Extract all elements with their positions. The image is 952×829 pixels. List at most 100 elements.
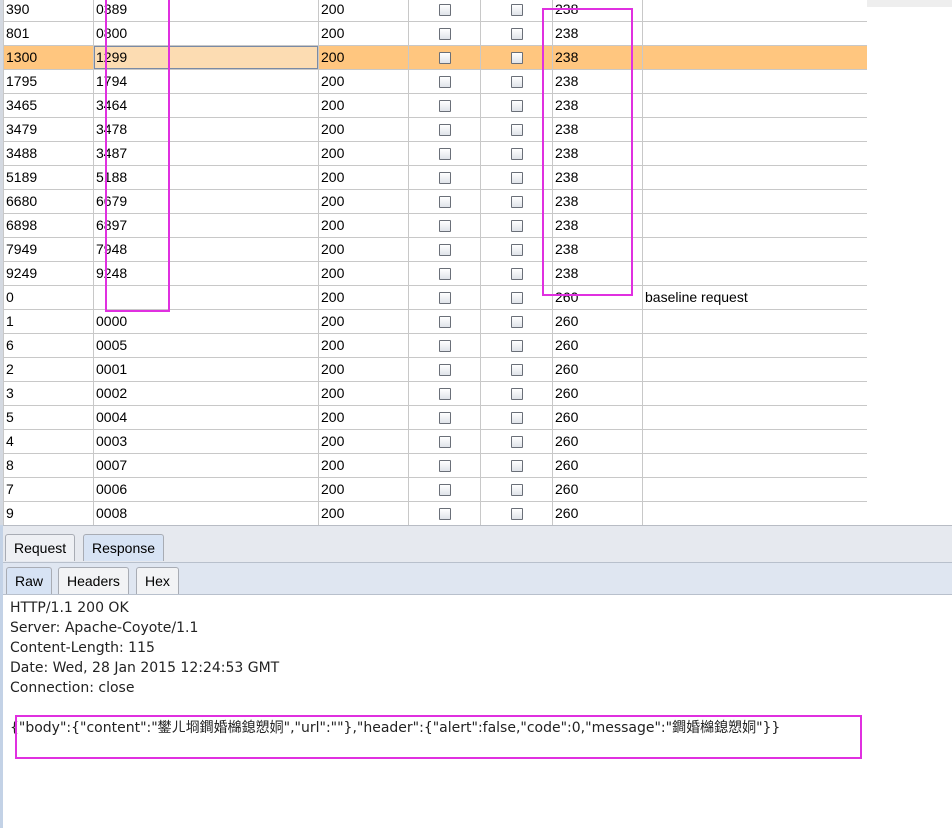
table-row[interactable]: 6 0005 200 260 <box>3 333 868 358</box>
table-row[interactable]: 8 0007 200 260 <box>3 453 868 478</box>
response-header-line: Connection: close <box>10 680 135 696</box>
table-row[interactable]: 390 0389 200 238 <box>3 0 868 22</box>
checkbox[interactable] <box>438 460 451 473</box>
checkbox[interactable] <box>510 412 523 425</box>
tab-response[interactable]: Response <box>83 534 165 561</box>
error-checkbox-cell <box>408 213 481 238</box>
checkbox[interactable] <box>510 292 523 305</box>
table-row[interactable]: 7949 7948 200 238 <box>3 237 868 262</box>
checkbox[interactable] <box>438 196 451 209</box>
table-row[interactable]: 801 0800 200 238 <box>3 21 868 46</box>
length-cell: 238 <box>552 45 643 70</box>
checkbox[interactable] <box>510 28 523 41</box>
request-number-cell: 6680 <box>3 189 94 214</box>
length-cell: 238 <box>552 69 643 94</box>
table-row[interactable]: 6898 6897 200 238 <box>3 213 868 238</box>
checkbox[interactable] <box>438 220 451 233</box>
request-number-cell: 1 <box>3 309 94 334</box>
response-text-area[interactable]: HTTP/1.1 200 OK Server: Apache-Coyote/1.… <box>3 594 952 829</box>
checkbox[interactable] <box>438 52 451 65</box>
checkbox[interactable] <box>438 100 451 113</box>
checkbox[interactable] <box>438 76 451 89</box>
checkbox[interactable] <box>510 124 523 137</box>
comment-cell <box>642 93 868 118</box>
table-row[interactable]: 1300 1299 200 238 <box>3 45 868 70</box>
table-row[interactable]: 3465 3464 200 238 <box>3 93 868 118</box>
length-cell: 238 <box>552 0 643 22</box>
checkbox[interactable] <box>438 268 451 281</box>
tab-request[interactable]: Request <box>5 534 76 561</box>
checkbox[interactable] <box>438 364 451 377</box>
checkbox[interactable] <box>510 436 523 449</box>
checkbox[interactable] <box>510 268 523 281</box>
checkbox[interactable] <box>438 124 451 137</box>
checkbox[interactable] <box>510 484 523 497</box>
table-row[interactable]: 5 0004 200 260 <box>3 405 868 430</box>
status-cell: 200 <box>318 237 409 262</box>
payload-cell: 9248 <box>93 261 319 286</box>
checkbox[interactable] <box>510 172 523 185</box>
checkbox[interactable] <box>510 148 523 161</box>
table-row[interactable]: 4 0003 200 260 <box>3 429 868 454</box>
tab-raw[interactable]: Raw <box>6 567 53 594</box>
checkbox[interactable] <box>510 388 523 401</box>
status-cell: 200 <box>318 261 409 286</box>
table-row[interactable]: 7 0006 200 260 <box>3 477 868 502</box>
tab-headers[interactable]: Headers <box>58 567 129 594</box>
error-checkbox-cell <box>408 237 481 262</box>
status-cell: 200 <box>318 501 409 525</box>
checkbox[interactable] <box>510 220 523 233</box>
table-row[interactable]: 1795 1794 200 238 <box>3 69 868 94</box>
table-row[interactable]: 5189 5188 200 238 <box>3 165 868 190</box>
payload-cell <box>93 285 319 310</box>
checkbox[interactable] <box>510 364 523 377</box>
table-row[interactable]: 9 0008 200 260 <box>3 501 868 525</box>
checkbox[interactable] <box>438 508 451 521</box>
checkbox[interactable] <box>438 292 451 305</box>
tab-hex[interactable]: Hex <box>136 567 179 594</box>
checkbox[interactable] <box>510 4 523 17</box>
checkbox[interactable] <box>510 508 523 521</box>
table-row[interactable]: 3488 3487 200 238 <box>3 141 868 166</box>
checkbox[interactable] <box>438 412 451 425</box>
checkbox[interactable] <box>510 100 523 113</box>
response-body-json: {"body":{"content":"鐢ㄦ埛鐧婚檰鎴愬姛","url":""}… <box>10 720 781 736</box>
checkbox[interactable] <box>510 196 523 209</box>
payload-cell: 0003 <box>93 429 319 454</box>
table-row[interactable]: 6680 6679 200 238 <box>3 189 868 214</box>
checkbox[interactable] <box>510 244 523 257</box>
table-row[interactable]: 0 200 260 baseline request <box>3 285 868 310</box>
checkbox[interactable] <box>510 460 523 473</box>
checkbox[interactable] <box>510 76 523 89</box>
checkbox[interactable] <box>438 484 451 497</box>
length-cell: 260 <box>552 285 643 310</box>
checkbox[interactable] <box>438 388 451 401</box>
request-number-cell: 9 <box>3 501 94 525</box>
checkbox[interactable] <box>438 172 451 185</box>
checkbox[interactable] <box>438 148 451 161</box>
checkbox[interactable] <box>438 340 451 353</box>
timeout-checkbox-cell <box>480 381 553 406</box>
payload-cell: 3478 <box>93 117 319 142</box>
checkbox[interactable] <box>438 28 451 41</box>
checkbox[interactable] <box>510 340 523 353</box>
table-row[interactable]: 1 0000 200 260 <box>3 309 868 334</box>
length-cell: 238 <box>552 261 643 286</box>
checkbox[interactable] <box>438 244 451 257</box>
table-row[interactable]: 3479 3478 200 238 <box>3 117 868 142</box>
checkbox[interactable] <box>510 52 523 65</box>
table-row[interactable]: 9249 9248 200 238 <box>3 261 868 286</box>
length-cell: 238 <box>552 117 643 142</box>
request-number-cell: 8 <box>3 453 94 478</box>
payload-cell: 0004 <box>93 405 319 430</box>
table-row[interactable]: 3 0002 200 260 <box>3 381 868 406</box>
error-checkbox-cell <box>408 477 481 502</box>
error-checkbox-cell <box>408 0 481 22</box>
checkbox[interactable] <box>438 4 451 17</box>
table-row[interactable]: 2 0001 200 260 <box>3 357 868 382</box>
checkbox[interactable] <box>438 436 451 449</box>
checkbox[interactable] <box>510 316 523 329</box>
length-cell: 238 <box>552 165 643 190</box>
payload-cell: 1794 <box>93 69 319 94</box>
checkbox[interactable] <box>438 316 451 329</box>
